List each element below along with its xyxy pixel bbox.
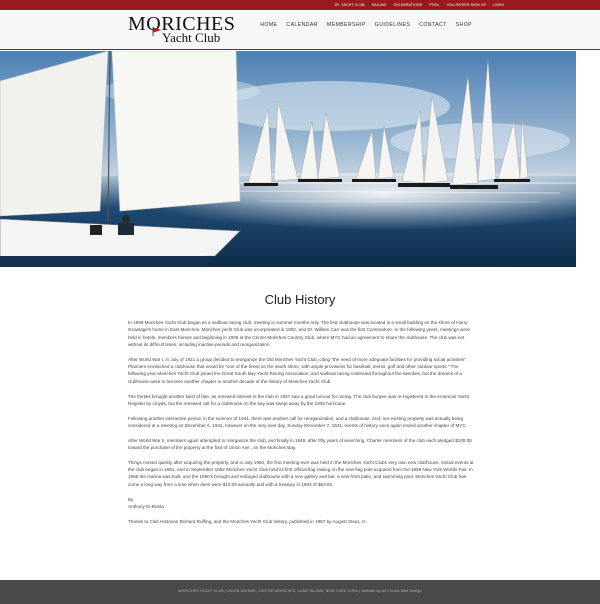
signature-name: Anthony Di Resta (128, 503, 164, 509)
page-title: Club History (264, 292, 336, 307)
main-nav: HOME CALENDAR MEMBERSHIP GUIDELINES CONT… (260, 22, 472, 28)
utility-link-volunteer[interactable]: VOLUNTEER SIGN UP (447, 3, 486, 7)
nav-item-contact[interactable]: CONTACT (419, 22, 447, 28)
history-paragraph-1921: After World War I, in July of 1921 a gro… (128, 356, 468, 384)
hero-right-gutter (576, 51, 600, 267)
utility-link-jr-yacht-club[interactable]: JR. YACHT CLUB (335, 3, 365, 7)
history-paragraph-1941: Following another interactive period, in… (128, 415, 468, 428)
logo-subtitle: Yacht Club (162, 30, 221, 45)
utility-link-celebrations[interactable]: CELEBRATIONS (394, 3, 423, 7)
burgee-flag-icon (152, 27, 162, 36)
history-paragraph-1937: The thirties brought another twist of fa… (128, 393, 469, 406)
history-paragraph-1899: In 1899 Moriches Yacht Club began as a s… (128, 320, 470, 348)
acknowledgement: Thanks to Club Historian Richard Ruffing… (128, 518, 367, 524)
utility-link-pool[interactable]: POOL (429, 3, 439, 7)
site-header: MORICHES Yacht Club HOME CALENDAR MEMBER… (0, 10, 600, 50)
history-paragraph-1949: After World War II, members again attemp… (128, 437, 472, 451)
nav-item-home[interactable]: HOME (260, 22, 277, 28)
nav-item-shop[interactable]: SHOP (456, 22, 472, 28)
nav-item-membership[interactable]: MEMBERSHIP (327, 22, 366, 28)
site-footer: MORICHES YACHT CLUB | UNION AVENUE, CENT… (0, 580, 600, 604)
nav-item-calendar[interactable]: CALENDAR (286, 22, 317, 28)
utility-nav: JR. YACHT CLUB SAILING CELEBRATIONS POOL… (335, 0, 504, 10)
history-article: In 1899 Moriches Yacht Club began as a s… (128, 319, 474, 532)
top-utility-bar: JR. YACHT CLUB SAILING CELEBRATIONS POOL… (0, 0, 600, 10)
hero-image (0, 51, 576, 267)
author-signature: By Anthony Di Resta (128, 496, 474, 511)
footer-text: MORICHES YACHT CLUB | UNION AVENUE, CENT… (178, 589, 422, 593)
sailboat-race-illustration (0, 51, 576, 267)
utility-link-links[interactable]: LINKS (493, 3, 504, 7)
history-paragraph-1950: Things moved quickly after acquiring the… (128, 459, 474, 487)
site-logo[interactable]: MORICHES Yacht Club (128, 14, 235, 48)
signature-by: By (128, 496, 134, 502)
nav-item-guidelines[interactable]: GUIDELINES (375, 22, 410, 28)
utility-link-sailing[interactable]: SAILING (372, 3, 387, 7)
